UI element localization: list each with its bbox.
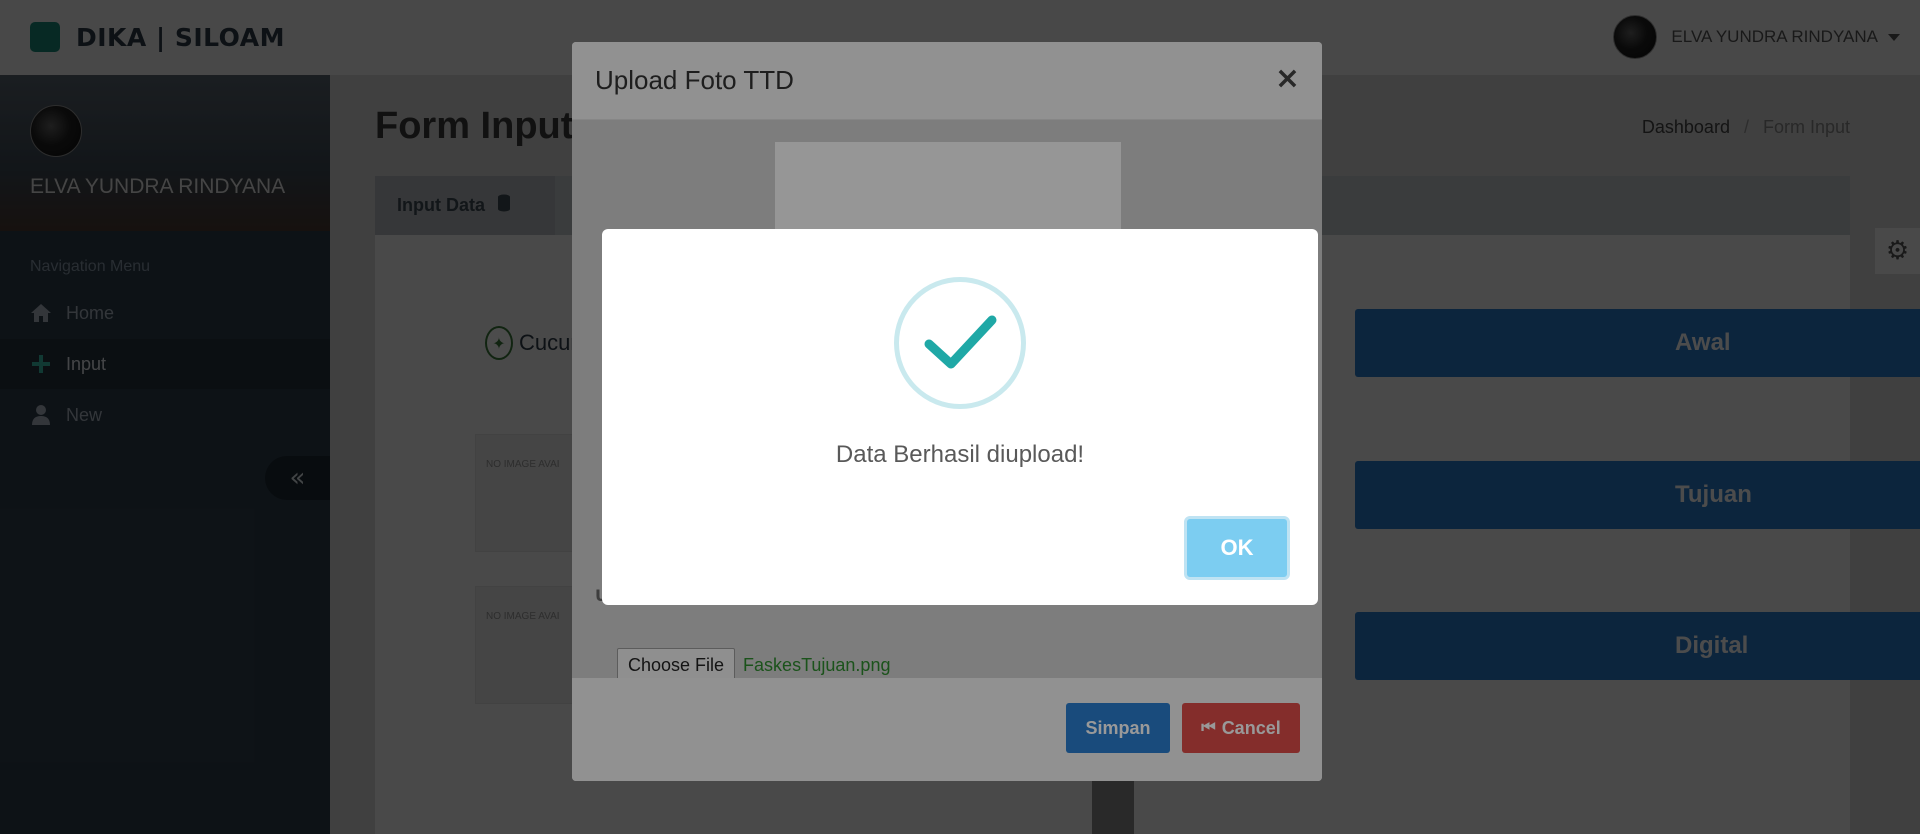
ok-button[interactable]: OK [1184, 516, 1290, 580]
ok-label: OK [1220, 535, 1254, 560]
checkmark-icon [924, 315, 997, 369]
success-alert: Data Berhasil diupload! OK [602, 229, 1318, 605]
alert-message: Data Berhasil diupload! [835, 441, 1085, 468]
success-circle [894, 277, 1026, 409]
